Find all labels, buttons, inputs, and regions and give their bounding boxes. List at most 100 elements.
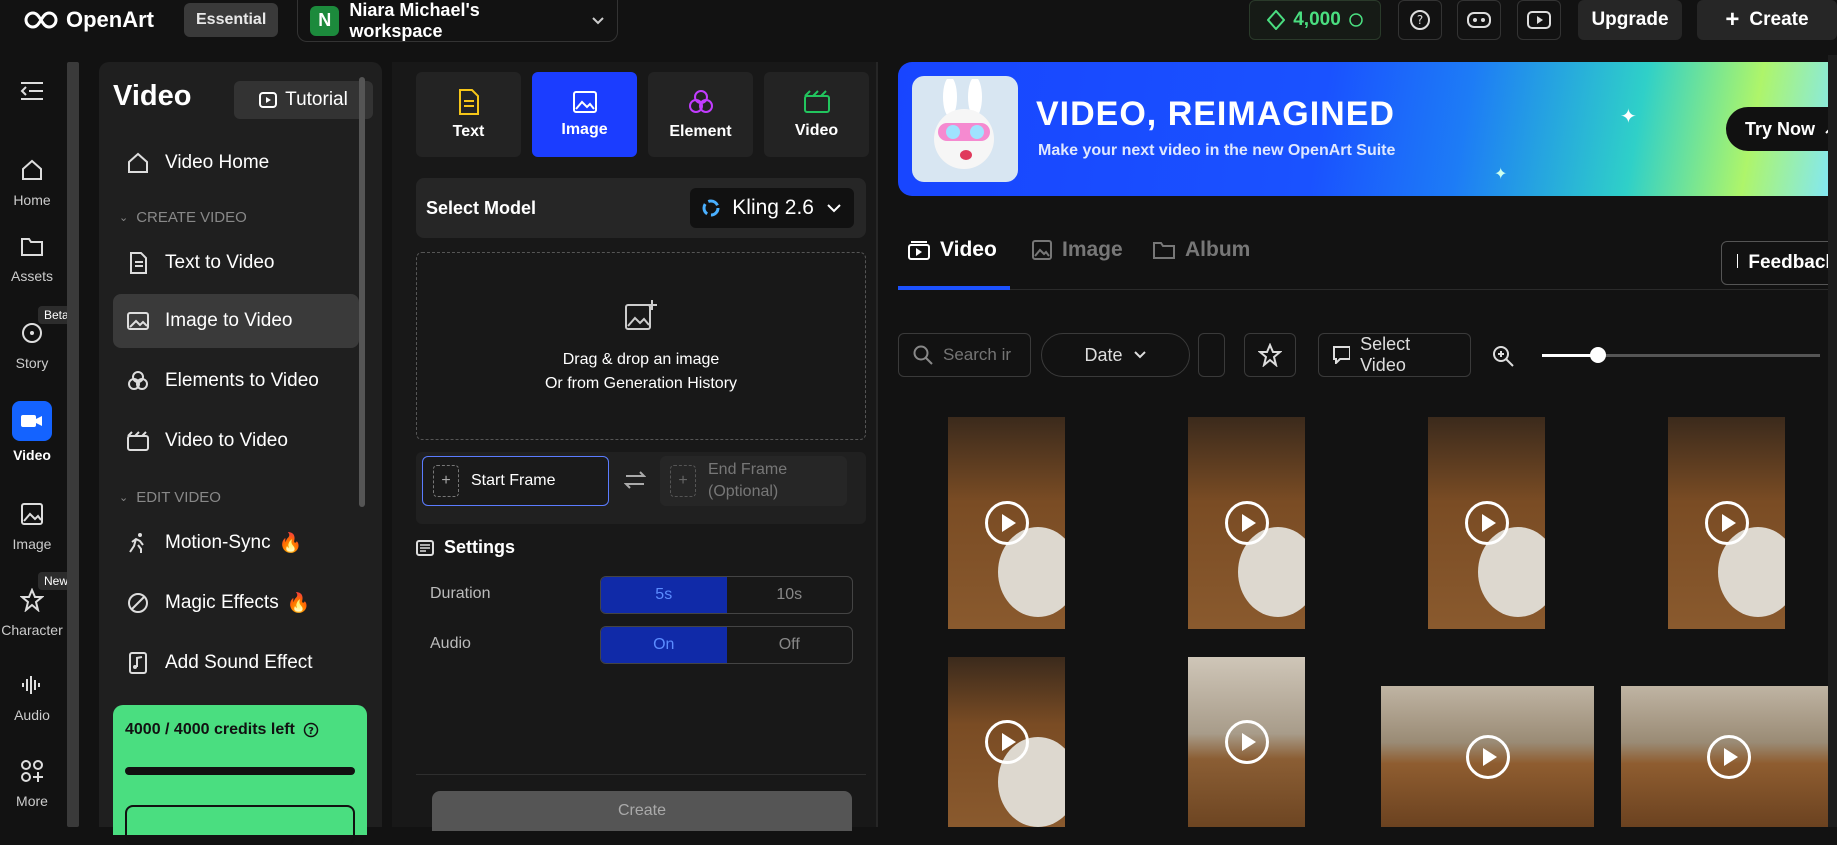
elements-to-video-label: Elements to Video xyxy=(165,370,319,391)
video-to-video-item[interactable]: Video to Video xyxy=(113,414,359,468)
video-play-icon xyxy=(1527,11,1551,29)
credits-balance[interactable]: 4,000 xyxy=(1249,0,1381,40)
create-button[interactable]: + Create xyxy=(1697,0,1837,40)
nav-story[interactable]: Beta Story xyxy=(0,306,75,371)
start-frame-button[interactable]: + Start Frame xyxy=(422,456,609,506)
favorites-button[interactable] xyxy=(1244,333,1296,377)
generate-create-button[interactable]: Create xyxy=(432,791,852,831)
motion-sync-item[interactable]: Motion-Sync 🔥 xyxy=(113,516,359,570)
image-to-video-item[interactable]: Image to Video xyxy=(113,294,359,348)
nav-more[interactable]: More xyxy=(0,755,64,809)
tab-album[interactable]: Album xyxy=(1153,238,1250,262)
play-icon xyxy=(1707,734,1751,779)
plus-icon: + xyxy=(433,465,459,497)
date-filter-dropdown[interactable]: Date xyxy=(1041,333,1190,377)
video-thumbnail[interactable] xyxy=(1428,417,1545,629)
panel-divider[interactable] xyxy=(876,62,878,827)
panel-scrollbar[interactable] xyxy=(359,77,365,507)
zoom-slider-handle[interactable] xyxy=(1589,347,1606,363)
mode-image[interactable]: Image xyxy=(532,72,637,157)
image-drop-zone[interactable]: Drag & drop an image Or from Generation … xyxy=(416,252,866,440)
collapse-icon xyxy=(20,82,43,100)
video-side-panel: Video Tutorial Video Home ⌄ CREATE VIDEO… xyxy=(99,62,382,845)
try-now-button[interactable]: Try Now xyxy=(1726,107,1837,151)
video-thumbnail[interactable] xyxy=(1621,686,1837,827)
text-to-video-item[interactable]: Text to Video xyxy=(113,236,359,290)
running-figure-icon xyxy=(129,533,144,553)
feedback-label: Feedback xyxy=(1748,252,1836,273)
feedback-icon xyxy=(1737,254,1739,268)
add-sound-effect-item[interactable]: Add Sound Effect xyxy=(113,636,359,690)
tutorial-button[interactable]: Tutorial xyxy=(234,81,373,119)
video-thumbnail[interactable] xyxy=(948,417,1065,629)
plus-icon: + xyxy=(1725,6,1740,33)
end-frame-label: End Frame xyxy=(708,461,788,478)
tab-album-label: Album xyxy=(1185,238,1251,261)
zoom-slider-track[interactable] xyxy=(1542,347,1820,363)
nav-character-label: Character xyxy=(1,622,63,638)
model-name: Kling 2.6 xyxy=(732,196,814,219)
drop-line-2: Or from Generation History xyxy=(544,375,738,392)
nav-assets[interactable]: Assets xyxy=(0,230,64,284)
discord-button[interactable] xyxy=(1457,0,1501,40)
play-icon xyxy=(1704,501,1749,545)
audio-toggle: On Off xyxy=(600,626,853,664)
audio-on[interactable]: On xyxy=(601,627,727,663)
end-frame-text: End Frame (Optional) xyxy=(708,459,787,503)
mode-element[interactable]: Element xyxy=(648,72,753,157)
select-video-button[interactable]: Select Video xyxy=(1318,333,1471,377)
tab-image-label: Image xyxy=(1062,238,1123,261)
elements-to-video-item[interactable]: Elements to Video xyxy=(113,354,359,408)
video-thumbnail[interactable] xyxy=(1188,657,1305,827)
credits-progress-bar xyxy=(125,767,355,775)
help-icon: ? xyxy=(303,722,319,738)
duration-5s[interactable]: 5s xyxy=(601,577,727,613)
zoom-in-icon[interactable] xyxy=(1491,344,1515,368)
model-dropdown[interactable]: Kling 2.6 xyxy=(690,188,854,228)
play-icon xyxy=(984,501,1029,545)
play-icon xyxy=(984,720,1029,764)
openart-logo[interactable]: OpenArt xyxy=(24,7,154,32)
video-thumbnail[interactable] xyxy=(1381,686,1594,827)
nav-scrollbar[interactable] xyxy=(67,62,79,827)
nav-character[interactable]: New Character xyxy=(0,572,75,638)
nav-video[interactable]: Video xyxy=(0,401,64,463)
video-stack-icon xyxy=(908,241,930,260)
credits-action-button[interactable] xyxy=(125,805,355,845)
play-icon xyxy=(1224,720,1269,764)
workspace-switcher[interactable]: N Niara Michael's workspace xyxy=(297,0,618,42)
swap-icon[interactable] xyxy=(624,470,646,490)
fire-icon: 🔥 xyxy=(278,533,303,554)
video-thumbnail[interactable] xyxy=(1668,417,1785,629)
promo-banner[interactable]: VIDEO, REIMAGINED Make your next video i… xyxy=(898,62,1837,196)
video-thumbnail[interactable] xyxy=(1188,417,1305,629)
tab-image[interactable]: Image xyxy=(1032,238,1123,262)
video-thumbnail[interactable] xyxy=(948,657,1065,827)
tab-video[interactable]: Video xyxy=(908,238,997,262)
magic-effects-item[interactable]: Magic Effects 🔥 xyxy=(113,576,359,630)
duration-10s[interactable]: 10s xyxy=(727,577,853,613)
audio-off[interactable]: Off xyxy=(727,627,853,663)
page-scrollbar[interactable] xyxy=(1828,55,1837,827)
duration-toggle: 5s 10s xyxy=(600,576,853,614)
video-home-item[interactable]: Video Home xyxy=(113,136,359,190)
nav-image[interactable]: Image xyxy=(0,498,64,552)
collapse-nav-button[interactable] xyxy=(0,80,64,102)
filter-slot[interactable] xyxy=(1198,333,1225,377)
search-box[interactable] xyxy=(898,333,1031,377)
svg-text:?: ? xyxy=(308,726,314,737)
infinity-icon xyxy=(24,11,58,29)
help-button[interactable]: ? xyxy=(1398,0,1442,40)
chevron-down-icon: ⌄ xyxy=(119,212,129,224)
feedback-button[interactable]: Feedback xyxy=(1721,241,1837,285)
search-input[interactable] xyxy=(943,345,1013,365)
youtube-button[interactable] xyxy=(1517,0,1561,40)
search-icon xyxy=(913,345,933,365)
nav-audio[interactable]: Audio xyxy=(0,669,64,723)
upgrade-button[interactable]: Upgrade xyxy=(1578,0,1682,40)
drop-line-1: Drag & drop an image xyxy=(562,351,720,368)
end-frame-button[interactable]: + End Frame (Optional) xyxy=(660,456,847,506)
nav-home[interactable]: Home xyxy=(0,154,64,208)
mode-video[interactable]: Video xyxy=(764,72,869,157)
mode-text[interactable]: Text xyxy=(416,72,521,157)
